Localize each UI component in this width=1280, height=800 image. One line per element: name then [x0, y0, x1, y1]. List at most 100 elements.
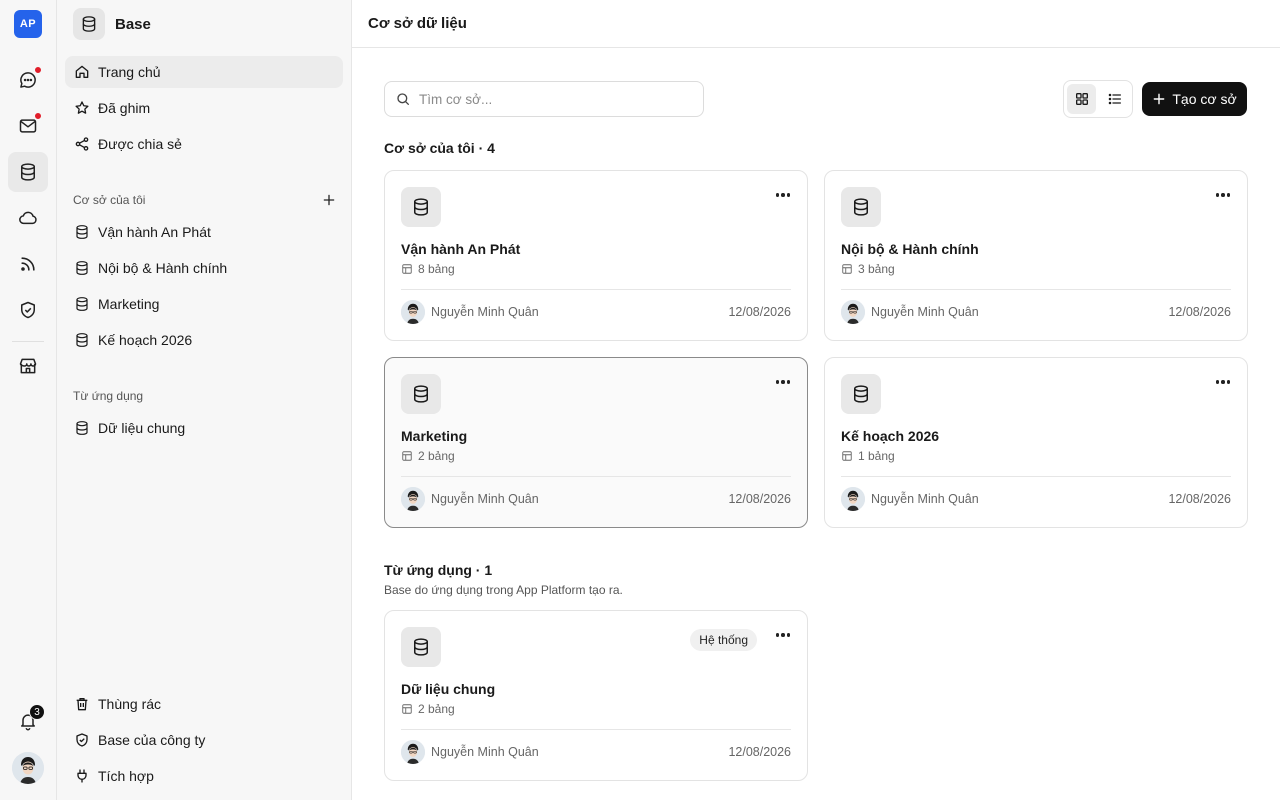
card-divider [841, 476, 1231, 477]
grid-icon [1074, 91, 1090, 107]
nav-company-base[interactable]: Base của công ty [65, 724, 343, 756]
database-icon [401, 374, 441, 414]
database-icon [74, 332, 90, 348]
sidebar-header: Base [73, 8, 151, 40]
plus-icon [322, 193, 336, 207]
table-count: 2 bảng [401, 449, 455, 463]
nav-trash[interactable]: Thùng rác [65, 688, 343, 720]
card-date: 12/08/2026 [728, 305, 791, 319]
create-base-button[interactable]: Tạo cơ sở [1142, 82, 1247, 116]
rail-chat[interactable] [8, 60, 48, 100]
shield-check-icon [74, 732, 90, 748]
rail-store[interactable] [8, 346, 48, 386]
base-card-name: Dữ liệu chung [401, 681, 496, 697]
sidebar-base-item[interactable]: Nội bộ & Hành chính [65, 252, 343, 284]
rail-cloud[interactable] [8, 198, 48, 238]
section-title-from-apps: Từ ứng dụng · 1 [384, 562, 493, 578]
section-label-my-bases: Cơ sở của tôi [73, 193, 146, 207]
base-card[interactable]: Marketing 2 bảng Nguyễn Minh Quân 12/08/… [384, 357, 808, 528]
owner-avatar [841, 300, 865, 324]
nav-label: Được chia sẻ [98, 136, 182, 152]
trash-icon [74, 696, 90, 712]
grid-view-button[interactable] [1067, 84, 1096, 114]
more-icon [775, 633, 780, 637]
rail-divider [12, 341, 44, 342]
more-icon [1215, 380, 1220, 384]
more-options-button[interactable] [771, 372, 795, 392]
notification-count-badge: 3 [29, 704, 45, 720]
table-count: 8 bảng [401, 262, 455, 276]
card-owner: Nguyễn Minh Quân [841, 300, 979, 324]
sidebar-title: Base [115, 15, 151, 33]
nav-integrations[interactable]: Tích hợp [65, 760, 343, 792]
nav-label: Trang chủ [98, 64, 161, 80]
unread-dot [34, 66, 42, 74]
view-toggle [1063, 80, 1133, 118]
rail-rss[interactable] [8, 244, 48, 284]
cloud-icon [18, 208, 38, 228]
main-content: Cơ sở dữ liệu Tạo cơ sở Cơ sở của tôi · … [352, 0, 1280, 800]
base-card-name: Kế hoạch 2026 [841, 428, 940, 444]
rail-mail[interactable] [8, 106, 48, 146]
plug-icon [74, 768, 90, 784]
base-label: Vận hành An Phát [98, 224, 211, 240]
unread-dot [34, 112, 42, 120]
card-owner: Nguyễn Minh Quân [401, 300, 539, 324]
base-label: Nội bộ & Hành chính [98, 260, 228, 276]
more-options-button[interactable] [1211, 372, 1235, 392]
rail-database[interactable] [8, 152, 48, 192]
nav-pinned[interactable]: Đã ghim [65, 92, 343, 124]
sidebar: Base Trang chủ Đã ghim Được chia sẻ Cơ s… [57, 0, 352, 800]
more-options-button[interactable] [771, 625, 795, 645]
card-owner: Nguyễn Minh Quân [401, 740, 539, 764]
search-box[interactable] [384, 81, 704, 117]
owner-avatar [841, 487, 865, 511]
app-logo[interactable]: AP [14, 10, 42, 38]
table-count: 3 bảng [841, 262, 895, 276]
search-icon [395, 91, 411, 107]
app-base-card[interactable]: Hệ thống Dữ liệu chung 2 bảng Nguyễn Min… [384, 610, 808, 781]
sidebar-base-item[interactable]: Kế hoạch 2026 [65, 324, 343, 356]
shield-check-icon [18, 300, 38, 320]
section-label-from-apps: Từ ứng dụng [73, 389, 144, 403]
page-title: Cơ sở dữ liệu [368, 15, 467, 32]
section-subtitle-from-apps: Base do ứng dụng trong App Platform tạo … [384, 583, 623, 597]
rail-security[interactable] [8, 290, 48, 330]
card-date: 12/08/2026 [728, 745, 791, 759]
sidebar-app-base-item[interactable]: Dữ liệu chung [65, 412, 343, 444]
database-icon [401, 627, 441, 667]
base-card-name: Marketing [401, 428, 468, 444]
table-count: 1 bảng [841, 449, 895, 463]
add-base-button[interactable] [320, 191, 338, 209]
card-divider [401, 729, 791, 730]
plus-icon [1152, 92, 1166, 106]
database-icon [74, 420, 90, 436]
rss-icon [18, 254, 38, 274]
more-options-button[interactable] [771, 185, 795, 205]
base-card[interactable]: Kế hoạch 2026 1 bảng Nguyễn Minh Quân 12… [824, 357, 1248, 528]
base-label: Kế hoạch 2026 [98, 332, 193, 348]
table-icon [841, 263, 853, 275]
sidebar-base-item[interactable]: Vận hành An Phát [65, 216, 343, 248]
nav-shared[interactable]: Được chia sẻ [65, 128, 343, 160]
base-card-name: Nội bộ & Hành chính [841, 241, 979, 257]
card-owner: Nguyễn Minh Quân [841, 487, 979, 511]
more-options-button[interactable] [1211, 185, 1235, 205]
more-icon [1215, 193, 1220, 197]
nav-label: Base của công ty [98, 732, 206, 748]
more-icon [775, 380, 780, 384]
base-card[interactable]: Vận hành An Phát 8 bảng Nguyễn Minh Quân… [384, 170, 808, 341]
home-icon [74, 64, 90, 80]
card-divider [401, 289, 791, 290]
nav-home[interactable]: Trang chủ [65, 56, 343, 88]
database-icon [74, 296, 90, 312]
user-avatar[interactable] [12, 752, 44, 784]
owner-avatar [401, 487, 425, 511]
search-input[interactable] [419, 91, 679, 107]
sidebar-base-item[interactable]: Marketing [65, 288, 343, 320]
table-icon [401, 450, 413, 462]
page-header: Cơ sở dữ liệu [352, 0, 1280, 48]
list-view-button[interactable] [1100, 84, 1129, 114]
base-card[interactable]: Nội bộ & Hành chính 3 bảng Nguyễn Minh Q… [824, 170, 1248, 341]
rail-notifications[interactable]: 3 [8, 701, 48, 741]
